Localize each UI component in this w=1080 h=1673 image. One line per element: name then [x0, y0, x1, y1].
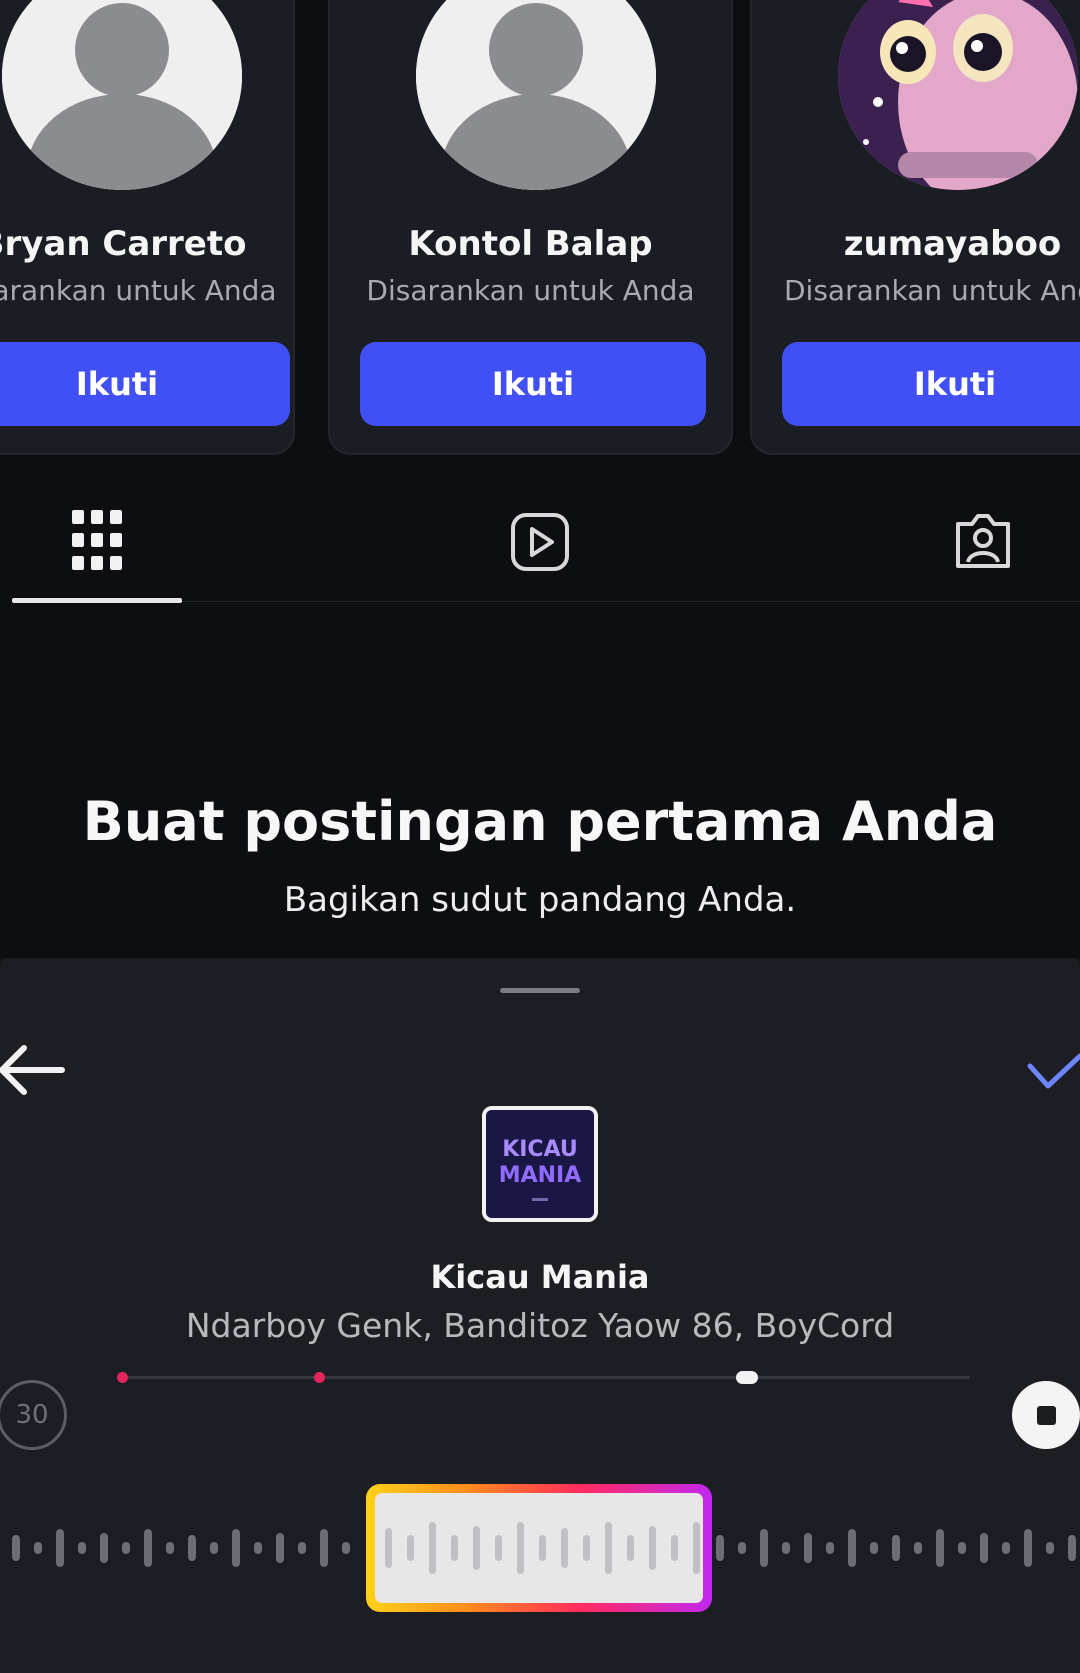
waveform-bar	[1046, 1542, 1054, 1554]
waveform-bar	[870, 1542, 878, 1554]
waveform-bar	[122, 1542, 130, 1554]
marker-dot	[117, 1372, 128, 1383]
reels-icon[interactable]	[510, 512, 570, 576]
suggestion-reason: Disarankan untuk Anda	[366, 274, 695, 307]
check-icon[interactable]	[1026, 1052, 1080, 1096]
follow-button[interactable]: Ikuti	[360, 342, 706, 426]
waveform-bar	[188, 1535, 196, 1561]
waveform-bar	[782, 1542, 790, 1554]
waveform-bar	[34, 1542, 42, 1554]
waveform-bar	[429, 1522, 436, 1574]
waveform-bar	[276, 1533, 284, 1563]
waveform-bar	[804, 1533, 812, 1563]
marker-dot	[314, 1372, 325, 1383]
waveform-bar	[166, 1542, 174, 1554]
waveform-bar	[385, 1528, 392, 1568]
empty-state-subtitle: Bagikan sudut pandang Anda.	[283, 880, 797, 920]
waveform-bar	[649, 1526, 656, 1570]
avatar[interactable]	[416, 0, 656, 190]
follow-button[interactable]: Ikuti	[782, 342, 1080, 426]
waveform-bar	[254, 1542, 262, 1554]
waveform-bar	[958, 1542, 966, 1554]
waveform-bar	[495, 1535, 502, 1561]
empty-state-title: Buat postingan pertama Anda	[82, 790, 998, 853]
waveform-bar	[144, 1529, 152, 1567]
follow-button[interactable]: Ikuti	[0, 342, 290, 426]
suggested-user-name[interactable]: zumayaboo	[752, 224, 1080, 264]
tab-divider	[182, 601, 1080, 602]
waveform-bar	[892, 1535, 900, 1561]
clip-duration-button[interactable]: 30	[0, 1380, 67, 1450]
waveform-bar	[760, 1529, 768, 1567]
waveform-bar	[539, 1535, 546, 1561]
waveform-bar	[671, 1535, 678, 1561]
waveform-bar	[100, 1533, 108, 1563]
progress-knob[interactable]	[736, 1371, 758, 1384]
sheet-drag-handle[interactable]	[500, 988, 580, 993]
waveform-bar	[583, 1535, 590, 1561]
waveform-bar	[693, 1522, 700, 1574]
suggested-user-name[interactable]: Kontol Balap	[330, 224, 731, 264]
waveform-bar	[298, 1542, 306, 1554]
song-artists: Ndarboy Genk, Banditoz Yaow 86, BoyCord	[185, 1306, 895, 1345]
waveform-bar	[848, 1529, 856, 1567]
waveform-bar	[980, 1533, 988, 1563]
waveform-bar	[738, 1542, 746, 1554]
suggestion-card: zumayaboo Disarankan untuk Anda Ikuti	[750, 0, 1080, 455]
clip-selection-window[interactable]	[366, 1484, 712, 1612]
avatar[interactable]	[838, 0, 1078, 190]
waveform-bar	[605, 1522, 612, 1574]
selected-waveform	[385, 1522, 700, 1574]
suggestion-card: Kontol Balap Disarankan untuk Anda Ikuti	[328, 0, 733, 455]
waveform-bar	[78, 1542, 86, 1554]
waveform-bar	[561, 1528, 568, 1568]
waveform-bar	[232, 1529, 240, 1567]
waveform-bar	[1002, 1542, 1010, 1554]
waveform-bar	[56, 1529, 64, 1567]
waveform-bar	[473, 1526, 480, 1570]
arrow-left-icon[interactable]	[0, 1040, 66, 1104]
svg-text:KICAU: KICAU	[502, 1137, 578, 1162]
tagged-icon[interactable]	[952, 510, 1014, 576]
suggestion-reason: Disarankan untuk Anda	[784, 274, 1080, 307]
waveform-bar	[1024, 1529, 1032, 1567]
song-title: Kicau Mania	[430, 1258, 650, 1296]
suggestion-reason: Disarankan untuk Anda	[0, 274, 277, 307]
waveform-bar	[210, 1542, 218, 1554]
svg-text:MANIA: MANIA	[499, 1163, 582, 1188]
waveform-bar	[936, 1529, 944, 1567]
waveform-bar	[12, 1535, 20, 1561]
waveform-bar	[826, 1542, 834, 1554]
waveform-bar	[1068, 1535, 1076, 1561]
waveform-bar	[716, 1535, 724, 1561]
waveform-bar	[342, 1542, 350, 1554]
screen: Bryan Carreto Disarankan untuk Anda Ikut…	[0, 0, 1080, 1673]
waveform-bar	[320, 1529, 328, 1567]
album-cover: KICAU MANIA	[482, 1106, 598, 1222]
waveform-bar	[451, 1535, 458, 1561]
song-progress-track[interactable]	[120, 1376, 970, 1379]
waveform-bar	[517, 1522, 524, 1574]
avatar[interactable]	[2, 0, 242, 190]
suggestion-card: Bryan Carreto Disarankan untuk Anda Ikut…	[0, 0, 295, 455]
stop-icon	[1036, 1405, 1056, 1425]
waveform-bar	[407, 1535, 414, 1561]
grid-icon[interactable]	[72, 510, 122, 574]
active-tab-indicator	[12, 598, 182, 603]
stop-button[interactable]	[1012, 1381, 1080, 1449]
suggested-user-name[interactable]: Bryan Carreto	[0, 224, 293, 264]
waveform-bar	[914, 1542, 922, 1554]
waveform-bar	[627, 1535, 634, 1561]
